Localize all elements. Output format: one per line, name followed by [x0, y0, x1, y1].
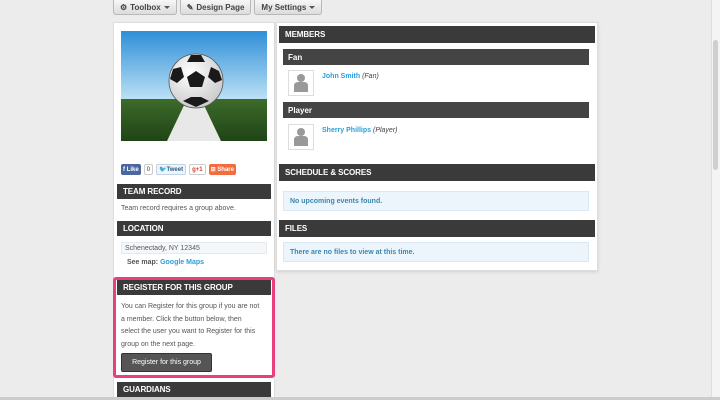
schedule-header: SCHEDULE & SCORES [279, 164, 595, 181]
like-count: 0 [143, 164, 154, 175]
avatar[interactable] [288, 70, 314, 96]
location-header: LOCATION [117, 221, 271, 236]
location-address: Schenectady, NY 12345 [121, 242, 267, 254]
social-share-bar: f Like 0 🐦 Tweet g+1 ⊞ Share [121, 164, 236, 175]
team-record-header: TEAM RECORD [117, 184, 271, 199]
files-empty-message: There are no files to view at this time. [283, 242, 589, 262]
person-icon [294, 128, 308, 146]
register-header: REGISTER FOR THIS GROUP [117, 280, 271, 295]
twitter-icon: 🐦 [159, 167, 167, 173]
member-role: (Player) [372, 127, 398, 134]
register-line-2: a member. Click the button below, then [121, 315, 242, 323]
guardians-header: GUARDIANS [117, 382, 271, 397]
see-map-label: See map: [127, 259, 159, 266]
see-map-row: See map: Google Maps [127, 257, 204, 270]
tweet-button[interactable]: 🐦 Tweet [156, 164, 187, 175]
chevron-down-icon [309, 5, 316, 9]
design-page-label: Design Page [196, 2, 245, 12]
facebook-like-button[interactable]: f Like [121, 164, 141, 175]
member-name-link[interactable]: John Smith [322, 73, 360, 80]
toolbox-label: Toolbox [130, 2, 161, 12]
member-row: John Smith (Fan) [288, 70, 379, 96]
gear-icon: ⚙ [120, 2, 128, 12]
google-plus-button[interactable]: g+1 [189, 164, 206, 175]
share-button[interactable]: ⊞ Share [208, 164, 236, 175]
member-name-row: Sherry Phillips (Player) [322, 127, 398, 134]
register-line-1: You can Register for this group if you a… [121, 303, 260, 310]
team-photo [121, 31, 267, 141]
my-settings-label: My Settings [261, 2, 307, 12]
files-header: FILES [279, 220, 595, 237]
team-record-text: Team record requires a group above. [121, 205, 236, 212]
design-page-button[interactable]: ✎ Design Page [179, 0, 252, 15]
toolbox-button[interactable]: ⚙ Toolbox [113, 0, 177, 15]
member-row: Sherry Phillips (Player) [288, 124, 398, 150]
scrollbar-thumb[interactable] [713, 40, 718, 170]
google-maps-link[interactable]: Google Maps [160, 259, 204, 266]
edit-icon: ✎ [186, 2, 194, 12]
register-button[interactable]: Register for this group [121, 353, 212, 372]
member-group-fan: Fan [283, 49, 589, 65]
admin-toolbar: ⚙ Toolbox ✎ Design Page My Settings [113, 0, 323, 15]
register-line-3: select the user you want to Register for… [121, 328, 256, 335]
register-description: You can Register for this group if you a… [121, 301, 271, 351]
chevron-down-icon [163, 5, 170, 9]
avatar[interactable] [288, 124, 314, 150]
member-name-row: John Smith (Fan) [322, 73, 379, 80]
page-scrollbar[interactable] [711, 0, 720, 400]
share-label: Share [217, 166, 234, 173]
member-group-player: Player [283, 102, 589, 118]
my-settings-button[interactable]: My Settings [254, 0, 323, 15]
member-role: (Fan) [362, 73, 379, 80]
like-label: Like [126, 166, 139, 173]
share-icon: ⊞ [210, 167, 218, 173]
members-header: MEMBERS [279, 26, 595, 43]
schedule-empty-message: No upcoming events found. [283, 191, 589, 211]
tweet-label: Tweet [166, 166, 184, 173]
register-line-4: group on the next page. [121, 340, 195, 348]
member-name-link[interactable]: Sherry Phillips [322, 127, 371, 134]
person-icon [294, 74, 308, 92]
